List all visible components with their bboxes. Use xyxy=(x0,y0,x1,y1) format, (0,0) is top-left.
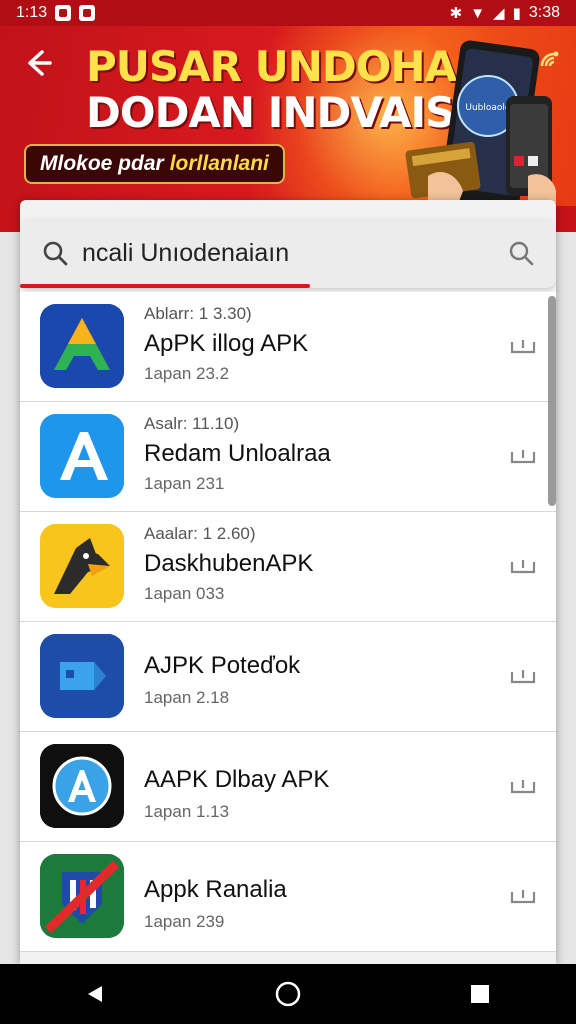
item-subtitle: 1apan 239 xyxy=(144,912,225,931)
tag-logo-icon xyxy=(40,634,124,718)
list-item[interactable]: Appk Ranalia 1apan 239 xyxy=(20,842,556,952)
download-icon[interactable] xyxy=(510,886,536,906)
status-clock: 3:38 xyxy=(528,4,560,21)
item-meta: Ablarr: 1 3.30) xyxy=(144,304,252,323)
message-icon xyxy=(79,5,96,21)
status-left: 1:13 xyxy=(16,4,96,22)
back-button[interactable] xyxy=(76,974,116,1014)
item-subtitle: 1apan 1.13 xyxy=(144,802,230,821)
navigation-bar xyxy=(0,964,576,1024)
notification-icon xyxy=(55,5,72,21)
item-subtitle: 1apan 23.2 xyxy=(144,364,230,383)
background-page-left xyxy=(0,232,20,992)
download-icon[interactable] xyxy=(510,666,536,686)
search-bar[interactable]: ncali Unıodenaiaın xyxy=(20,218,556,288)
battery-icon: ▮ xyxy=(512,5,521,22)
status-time: 1:13 xyxy=(16,4,48,21)
item-title: Redam Unloalraa xyxy=(144,440,331,467)
banner-pill-text-2: lorllanlani xyxy=(169,152,269,175)
search-icon[interactable] xyxy=(42,240,68,266)
item-title: DaskhubenAPK xyxy=(144,550,314,577)
list-item[interactable]: Ablarr: 1 3.30) ApPK illog APK 1apan 23.… xyxy=(20,292,556,402)
signal-icon: ◢ xyxy=(493,5,505,22)
promo-banner[interactable]: PUSAR UNDOHAN DODAN INDVAISIA Mlokoe pda… xyxy=(0,26,576,206)
item-title: Appk Ranalia xyxy=(144,876,287,903)
search-submit-icon[interactable] xyxy=(508,240,534,266)
item-meta: Aaalar: 1 2.60) xyxy=(144,524,256,543)
back-arrow-icon[interactable] xyxy=(20,46,54,80)
download-icon[interactable] xyxy=(510,776,536,796)
bird-logo-icon xyxy=(40,524,124,608)
list-item[interactable]: AJPK Poteďok 1apan 2.18 xyxy=(20,622,556,732)
phone-illustration: Uubloaolg xyxy=(405,40,556,206)
list-item[interactable]: AAPK Dlbay APK 1apan 1.13 xyxy=(20,732,556,842)
search-input[interactable]: ncali Unıodenaiaın xyxy=(82,239,498,268)
search-progress-bar xyxy=(20,284,310,288)
back-triangle-icon[interactable] xyxy=(84,982,108,1006)
item-title: ApPK illog APK xyxy=(144,330,309,357)
list-item[interactable]: Aaalar: 1 2.60) DaskhubenAPK 1apan 033 xyxy=(20,512,556,622)
item-subtitle: 1apan 2.18 xyxy=(144,688,230,707)
item-title: AJPK Poteďok xyxy=(144,652,301,679)
recents-square-icon[interactable] xyxy=(469,983,491,1005)
item-subtitle: 1apan 033 xyxy=(144,584,225,603)
home-button[interactable] xyxy=(268,974,308,1014)
item-subtitle: 1apan 231 xyxy=(144,474,225,493)
phone-screen-text: Uubloaolg xyxy=(465,103,510,113)
item-meta: Asalr: 11.10) xyxy=(144,414,240,433)
item-title: AAPK Dlbay APK xyxy=(144,766,330,793)
home-circle-icon[interactable] xyxy=(274,980,302,1008)
search-sheet: ncali Unıodenaiaın Ablarr: 1 3.30) ApPK … xyxy=(20,200,556,964)
bluetooth-icon: ✱ xyxy=(449,5,463,22)
banner-pill[interactable]: Mlokoe pdar lorllanlani xyxy=(24,144,285,184)
wifi-badge-icon xyxy=(538,48,562,78)
triangle-logo-icon xyxy=(40,304,124,388)
recents-button[interactable] xyxy=(460,974,500,1014)
a-logo-icon xyxy=(40,414,124,498)
app-store-logo-icon xyxy=(40,744,124,828)
app-list: Ablarr: 1 3.30) ApPK illog APK 1apan 23.… xyxy=(20,292,556,952)
download-icon[interactable] xyxy=(510,446,536,466)
crest-logo-icon xyxy=(40,854,124,938)
download-icon[interactable] xyxy=(510,336,536,356)
status-right: ✱ ▼ ◢ ▮ 3:38 xyxy=(450,4,560,22)
list-item[interactable]: Asalr: 11.10) Redam Unloalraa 1apan 231 xyxy=(20,402,556,512)
background-page-right xyxy=(556,232,576,992)
download-icon[interactable] xyxy=(510,556,536,576)
status-bar: 1:13 ✱ ▼ ◢ ▮ 3:38 xyxy=(0,0,576,26)
scrollbar[interactable] xyxy=(548,296,556,506)
wifi-icon: ▼ xyxy=(470,4,486,22)
banner-pill-text-1: Mlokoe pdar xyxy=(40,152,164,175)
